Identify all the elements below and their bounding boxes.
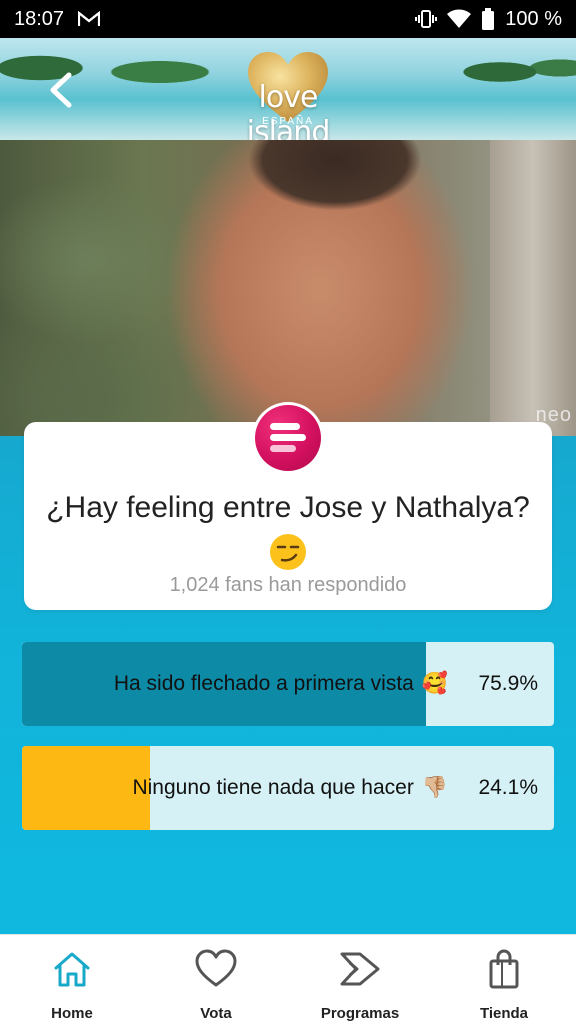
poll-question: ¿Hay feeling entre Jose y Nathalya? [46, 491, 530, 524]
poll-badge [252, 402, 324, 474]
status-time: 18:07 [14, 7, 65, 30]
logo-subtitle: ESPAÑA [262, 116, 314, 127]
home-icon [50, 947, 94, 991]
shopping-bag-icon [482, 947, 526, 991]
programs-icon [338, 947, 382, 991]
love-island-logo: love island ESPAÑA [218, 50, 358, 140]
heart-icon [194, 947, 238, 991]
battery-level: 100 % [505, 7, 562, 30]
responses-count: 1,024 fans han respondido [169, 574, 407, 596]
option-2-percent: 24.1% [478, 776, 538, 799]
poll-option-1[interactable]: Ha sido flechado a primera vista 🥰 75.9% [22, 642, 554, 726]
logo-text: love island [246, 80, 331, 140]
nav-vota[interactable]: Vota [144, 935, 288, 1024]
palm-trunk [490, 140, 576, 436]
gmail-icon [78, 11, 101, 27]
hero-image: neo [0, 140, 576, 436]
status-bar: 18:07 100 % [0, 0, 576, 38]
back-button[interactable] [40, 70, 80, 110]
nav-tienda-label: Tienda [479, 1005, 529, 1022]
nav-programas-label: Programas [320, 1005, 400, 1022]
battery-icon [481, 8, 495, 30]
nav-tienda[interactable]: Tienda [432, 935, 576, 1024]
thumbs-down-emoji-icon: 👎🏼 [421, 776, 448, 799]
app-header: love island ESPAÑA [0, 38, 576, 140]
option-1-label: Ha sido flechado a primera vista [113, 672, 414, 695]
smirking-face-icon [270, 534, 306, 570]
poll-option-2[interactable]: Ninguno tiene nada que hacer 👎🏼 24.1% [22, 746, 554, 830]
nav-programas[interactable]: Programas [288, 935, 432, 1024]
nav-home[interactable]: Home [0, 935, 144, 1024]
back-arrow-icon [50, 72, 72, 108]
nav-home-label: Home [51, 1005, 93, 1022]
smirk-emoji [266, 532, 310, 572]
hero-hair [225, 140, 455, 230]
option-1-percent: 75.9% [478, 672, 538, 695]
vibrate-icon [415, 9, 438, 29]
bottom-navigation: Home Vota Programas Tienda [0, 934, 576, 1024]
nav-vota-label: Vota [200, 1005, 232, 1022]
option-2-label: Ninguno tiene nada que hacer [132, 776, 414, 799]
poll-icon [270, 423, 306, 452]
smiling-hearts-emoji-icon: 🥰 [421, 672, 448, 695]
wifi-icon [447, 9, 472, 29]
